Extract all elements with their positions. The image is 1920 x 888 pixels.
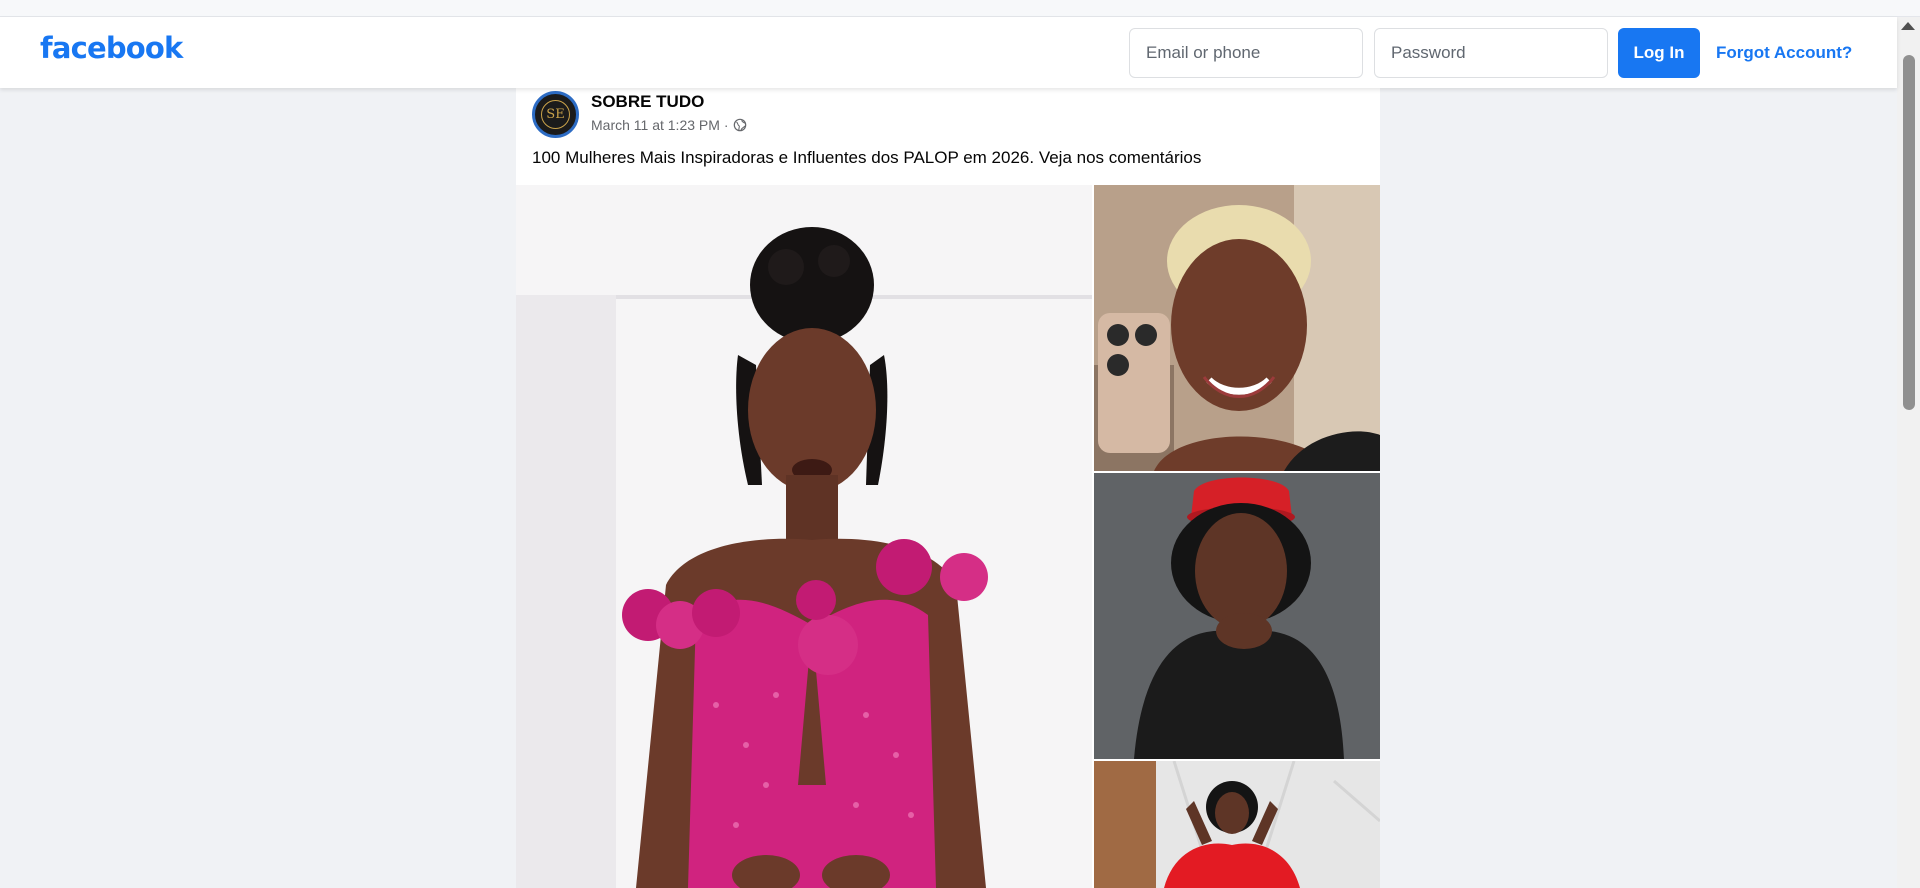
page-name-link[interactable]: SOBRE TUDO bbox=[591, 92, 704, 112]
post-message: 100 Mulheres Mais Inspiradoras e Influen… bbox=[532, 148, 1202, 167]
avatar-monogram: SE bbox=[541, 100, 570, 129]
page-avatar[interactable]: SE bbox=[532, 91, 579, 138]
top-navigation-bar: facebook Log In Forgot Account? bbox=[0, 17, 1897, 88]
photo-blonde-selfie[interactable] bbox=[1094, 185, 1380, 471]
scrollbar-thumb[interactable] bbox=[1903, 55, 1915, 410]
photo-red-dress[interactable] bbox=[1094, 761, 1380, 888]
photo-red-hat[interactable] bbox=[1094, 473, 1380, 759]
meta-separator: · bbox=[723, 117, 729, 133]
facebook-logo[interactable]: facebook bbox=[40, 31, 183, 65]
globe-icon bbox=[733, 118, 746, 132]
forgot-account-link[interactable]: Forgot Account? bbox=[1716, 43, 1852, 63]
password-input[interactable] bbox=[1374, 28, 1608, 78]
photo-pink-dress[interactable] bbox=[516, 185, 1092, 888]
scroll-up-arrow-icon[interactable] bbox=[1901, 22, 1915, 30]
feed-post: SE SOBRE TUDO March 11 at 1:23 PM · 100 … bbox=[516, 88, 1380, 888]
post-timestamp[interactable]: March 11 at 1:23 PM bbox=[591, 117, 720, 133]
email-input[interactable] bbox=[1129, 28, 1363, 78]
browser-top-strip bbox=[0, 0, 1920, 17]
login-button[interactable]: Log In bbox=[1618, 28, 1700, 78]
post-meta: March 11 at 1:23 PM · bbox=[591, 117, 747, 133]
